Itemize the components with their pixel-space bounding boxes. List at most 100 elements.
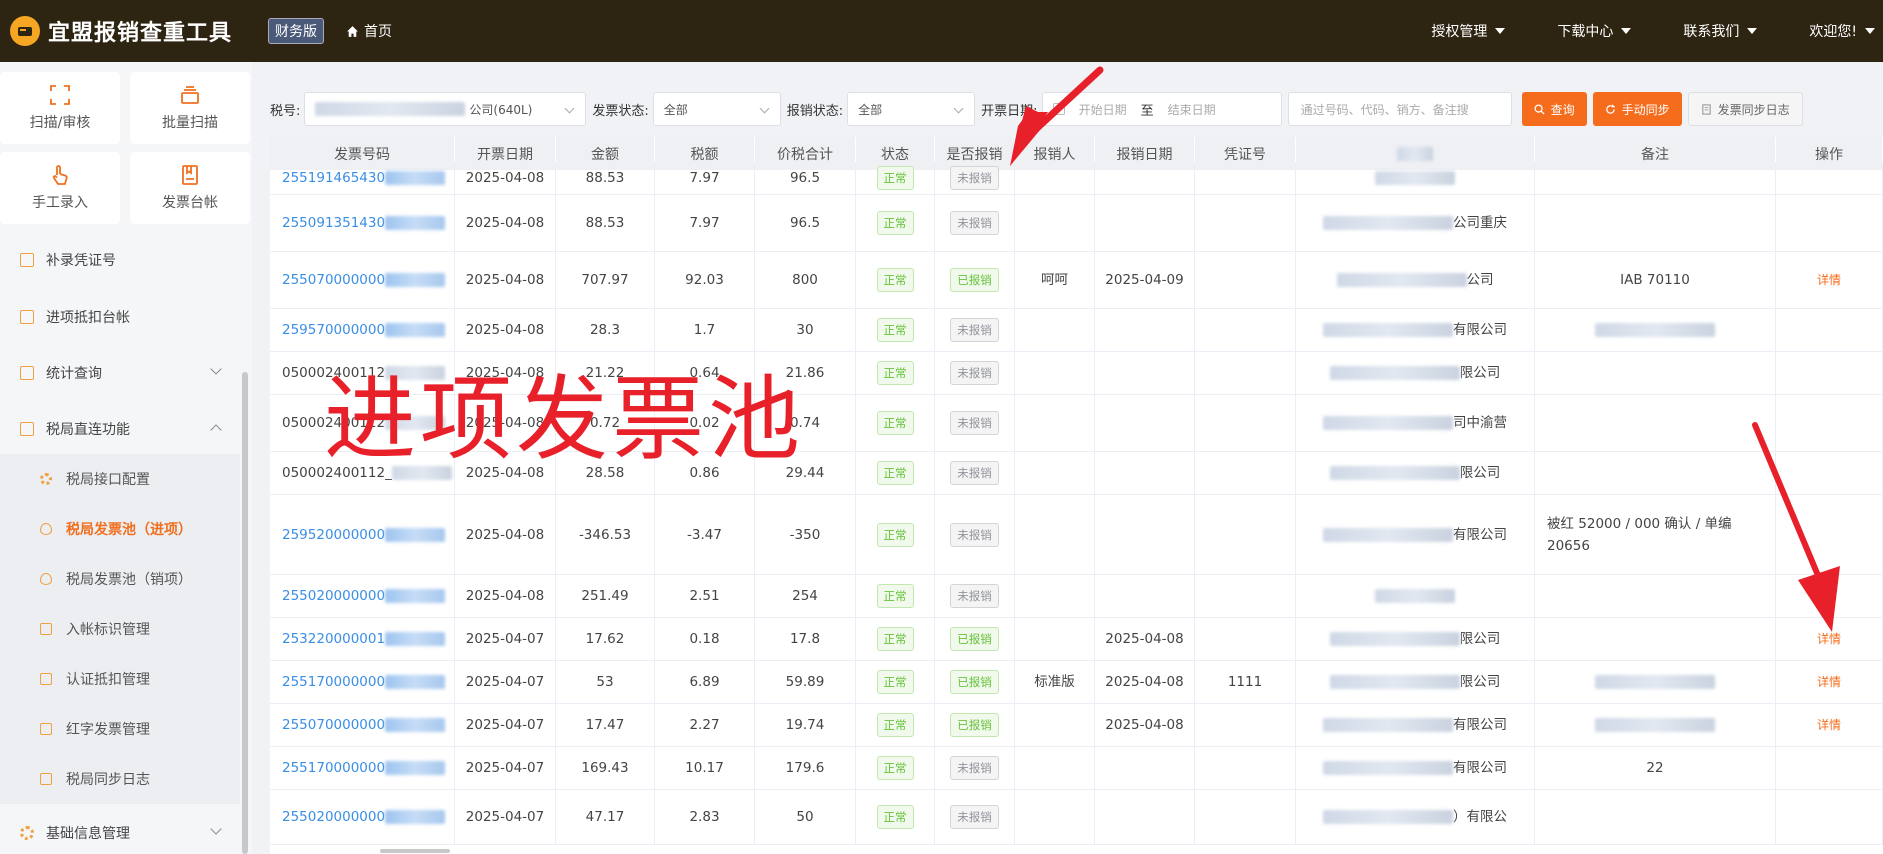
col-issue-date: 2025-04-08 xyxy=(455,162,556,194)
detail-link[interactable]: 详情 xyxy=(1817,269,1841,291)
col-voucher-no xyxy=(1195,395,1296,451)
col-operation xyxy=(1776,195,1883,251)
invoice-number[interactable]: 255020000000 xyxy=(282,585,385,607)
redacted-text xyxy=(1329,366,1460,380)
col-operation xyxy=(1776,790,1883,844)
col-voucher-no xyxy=(1195,618,1296,660)
col-reimb-date xyxy=(1095,195,1195,251)
submenu-red-invoice[interactable]: 红字发票管理 xyxy=(0,704,240,754)
menu-label: 税局直连功能 xyxy=(46,422,130,438)
reimb-badge: 已报销 xyxy=(950,713,999,737)
nav-auth-management[interactable]: 授权管理 xyxy=(1431,21,1506,41)
tile-label: 发票台帐 xyxy=(162,195,218,211)
document-icon xyxy=(1701,103,1711,115)
status-badge: 正常 xyxy=(876,211,914,235)
tile-scan-review[interactable]: 扫描/审核 xyxy=(0,72,120,144)
invoice-number[interactable]: 253220000001 xyxy=(282,628,385,650)
col-seller xyxy=(1296,575,1535,617)
invoice-number[interactable]: 259570000000 xyxy=(282,319,385,341)
col-tax: 10.17 xyxy=(655,747,755,789)
menu-statistics[interactable]: 统计查询 xyxy=(0,348,240,398)
reimb-status-select[interactable]: 全部 xyxy=(847,92,976,126)
search-icon xyxy=(1534,103,1545,115)
nav-contact-us[interactable]: 联系我们 xyxy=(1683,21,1758,41)
horizontal-scrollbar[interactable] xyxy=(380,849,450,853)
copy-icon xyxy=(40,623,52,635)
voucher-icon xyxy=(20,253,34,267)
tile-manual-entry[interactable]: 手工录入 xyxy=(0,152,120,224)
col-seller: 有限公司 xyxy=(1296,704,1535,746)
invoice-number[interactable]: 255070000000 xyxy=(282,714,385,736)
invoice-number[interactable]: 255170000000 xyxy=(282,757,385,779)
status-badge: 正常 xyxy=(876,627,914,651)
col-issue-date: 2025-04-07 xyxy=(455,661,556,703)
submenu-tax-interface-config[interactable]: 税局接口配置 xyxy=(0,454,240,504)
manual-sync-button[interactable]: 手动同步 xyxy=(1592,92,1682,126)
tile-label: 扫描/审核 xyxy=(29,115,91,131)
col-status: 正常 xyxy=(856,661,935,703)
invoice-number[interactable]: 255020000000 xyxy=(282,806,385,828)
refresh-icon xyxy=(1605,104,1615,114)
tile-batch-scan[interactable]: 批量扫描 xyxy=(130,72,250,144)
tile-invoice-ledger[interactable]: 发票台帐 xyxy=(130,152,250,224)
col-operation xyxy=(1776,352,1883,394)
col-amount: 17.47 xyxy=(556,704,655,746)
col-issue-date: 2025-04-08 xyxy=(455,309,556,351)
col-remark xyxy=(1535,618,1776,660)
invoice-number[interactable]: 255070000000 xyxy=(282,269,385,291)
nav-label: 欢迎您! xyxy=(1809,24,1857,40)
col-voucher-no xyxy=(1195,747,1296,789)
tax-no-select[interactable]: 公司(640L) xyxy=(304,92,587,126)
submenu-auth-deduction[interactable]: 认证抵扣管理 xyxy=(0,654,240,704)
status-badge: 正常 xyxy=(876,268,914,292)
detail-link[interactable]: 详情 xyxy=(1817,714,1841,736)
menu-supplement-voucher[interactable]: 补录凭证号 xyxy=(0,235,240,285)
redacted-text xyxy=(1329,632,1460,646)
sync-log-button[interactable]: 发票同步日志 xyxy=(1687,92,1803,126)
invoice-status-select[interactable]: 全部 xyxy=(652,92,781,126)
sidebar-scrollbar[interactable] xyxy=(242,372,248,854)
submenu-entry-mark[interactable]: 入帐标识管理 xyxy=(0,604,240,654)
redacted-text xyxy=(385,761,446,775)
home-link[interactable]: 首页 xyxy=(346,21,392,41)
col-seller: 限公司 xyxy=(1296,452,1535,494)
col-operation xyxy=(1776,309,1883,351)
chevron-down-icon xyxy=(953,103,964,114)
edition-badge[interactable]: 财务版 xyxy=(268,18,325,44)
col-invoice-no: 255191465430 xyxy=(270,162,455,194)
invoice-number[interactable]: 255091351430 xyxy=(282,212,385,234)
invoice-number[interactable]: 259520000000 xyxy=(282,524,385,546)
invoice-number[interactable]: 255170000000 xyxy=(282,671,385,693)
status-badge: 正常 xyxy=(876,584,914,608)
col-issue-date: 2025-04-08 xyxy=(455,575,556,617)
redacted-text xyxy=(385,632,446,646)
reimb-status-value: 全部 xyxy=(858,102,883,117)
detail-link[interactable]: 详情 xyxy=(1817,671,1841,693)
status-badge: 正常 xyxy=(876,318,914,342)
submenu-output-invoice-pool[interactable]: 税局发票池（销项） xyxy=(0,554,240,604)
log-icon xyxy=(40,773,52,785)
menu-tax-direct[interactable]: 税局直连功能 xyxy=(0,404,240,454)
col-status: 正常 xyxy=(856,790,935,844)
menu-basic-info[interactable]: 基础信息管理 xyxy=(0,808,240,854)
submenu-sync-log[interactable]: 税局同步日志 xyxy=(0,754,240,804)
col-reimbursed-by xyxy=(1015,352,1095,394)
col-invoice-no: 255070000000 xyxy=(270,704,455,746)
invoice-number[interactable]: 255191465430 xyxy=(282,167,385,189)
redacted-text xyxy=(1397,146,1433,161)
redacted-text xyxy=(385,171,446,185)
col-operation xyxy=(1776,162,1883,194)
redacted-text xyxy=(385,718,446,732)
nav-download-center[interactable]: 下载中心 xyxy=(1557,21,1632,41)
date-range-picker[interactable]: 开始日期 至 结束日期 xyxy=(1041,92,1282,126)
menu-input-deduction-ledger[interactable]: 进项抵扣台帐 xyxy=(0,292,240,342)
col-operation: 详情 xyxy=(1776,661,1883,703)
detail-link[interactable]: 详情 xyxy=(1817,628,1841,650)
col-reimb-date xyxy=(1095,790,1195,844)
query-button[interactable]: 查询 xyxy=(1521,92,1587,126)
col-reimbursed: 未报销 xyxy=(935,452,1015,494)
search-input[interactable]: 通过号码、代码、销方、备注搜 xyxy=(1287,92,1512,126)
col-invoice-no: 255020000000 xyxy=(270,575,455,617)
submenu-input-invoice-pool[interactable]: 税局发票池（进项） xyxy=(0,504,240,554)
nav-user-welcome[interactable]: 欢迎您! xyxy=(1809,21,1875,41)
